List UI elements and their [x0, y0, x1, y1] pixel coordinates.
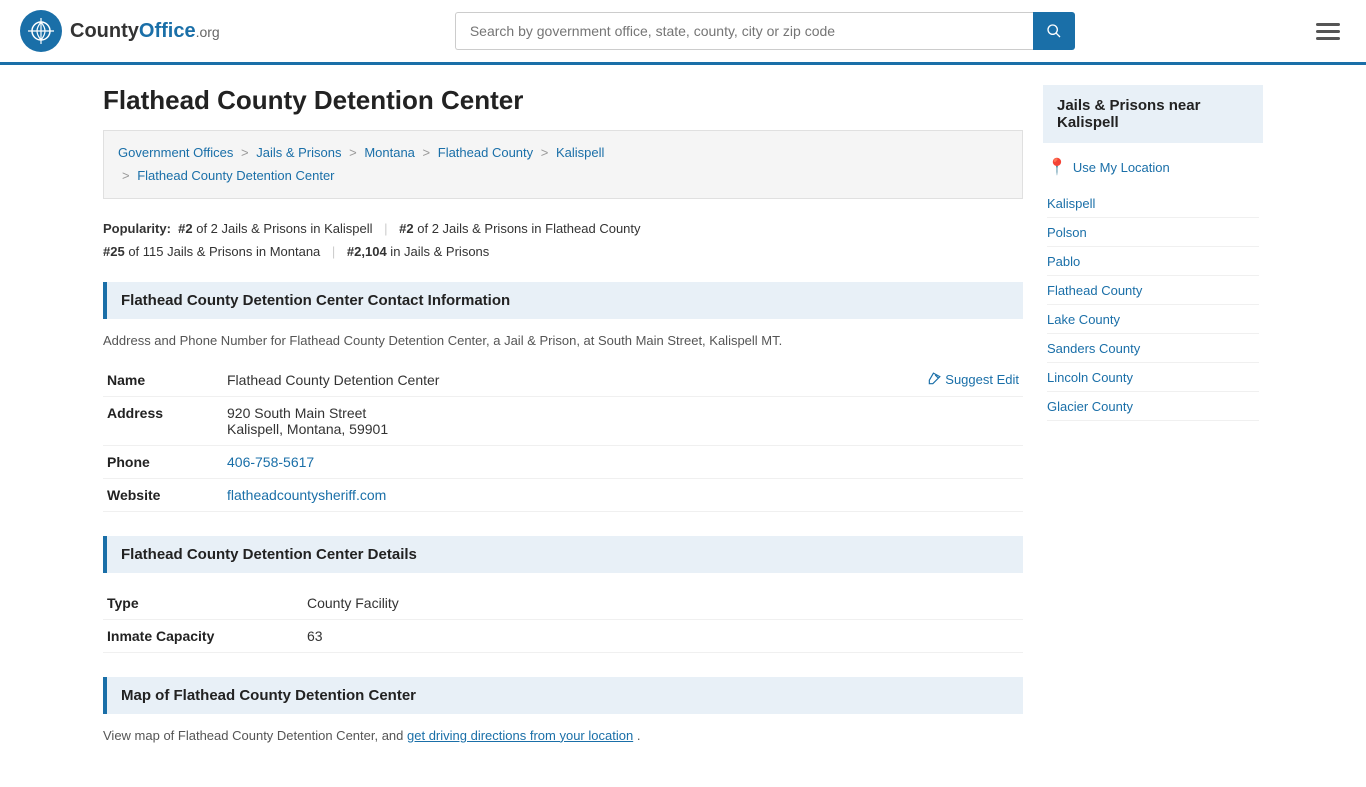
sidebar-links-list: Kalispell Polson Pablo Flathead County L…: [1043, 189, 1263, 421]
breadcrumb-gov-offices[interactable]: Government Offices: [118, 145, 233, 160]
breadcrumb-kalispell[interactable]: Kalispell: [556, 145, 604, 160]
breadcrumb-sep: >: [349, 145, 357, 160]
website-link[interactable]: flatheadcountysheriff.com: [227, 487, 386, 503]
breadcrumb-montana[interactable]: Montana: [364, 145, 415, 160]
pop-item-1: #2: [399, 221, 413, 236]
pop-item-3: #2,104: [347, 244, 387, 259]
logo-text: CountyOffice.org: [70, 20, 220, 43]
sidebar-link-lake[interactable]: Lake County: [1047, 312, 1120, 327]
logo-area: CountyOffice.org: [20, 10, 220, 52]
site-header: CountyOffice.org: [0, 0, 1366, 65]
list-item: Kalispell: [1047, 189, 1259, 218]
logo-icon: [20, 10, 62, 52]
capacity-label: Inmate Capacity: [103, 619, 303, 652]
list-item: Pablo: [1047, 247, 1259, 276]
popularity: Popularity: #2 of 2 Jails & Prisons in K…: [103, 217, 1023, 264]
list-item: Lake County: [1047, 305, 1259, 334]
sidebar-link-pablo[interactable]: Pablo: [1047, 254, 1080, 269]
sidebar-link-polson[interactable]: Polson: [1047, 225, 1087, 240]
sidebar-link-lincoln[interactable]: Lincoln County: [1047, 370, 1133, 385]
map-section: Map of Flathead County Detention Center …: [103, 677, 1023, 743]
edit-icon: [927, 372, 941, 386]
website-value: flatheadcountysheriff.com: [223, 478, 1023, 511]
sidebar: Jails & Prisons near Kalispell 📍 Use My …: [1043, 85, 1263, 767]
table-row: Type County Facility: [103, 587, 1023, 620]
sidebar-link-flathead[interactable]: Flathead County: [1047, 283, 1142, 298]
list-item: Glacier County: [1047, 392, 1259, 421]
suggest-edit-link[interactable]: Suggest Edit: [927, 372, 1019, 387]
list-item: Sanders County: [1047, 334, 1259, 363]
search-icon: [1046, 23, 1062, 39]
breadcrumb-flathead-county[interactable]: Flathead County: [438, 145, 533, 160]
table-row: Inmate Capacity 63: [103, 619, 1023, 652]
breadcrumb: Government Offices > Jails & Prisons > M…: [103, 130, 1023, 199]
details-section-header: Flathead County Detention Center Details: [103, 536, 1023, 573]
type-value: County Facility: [303, 587, 1023, 620]
phone-link[interactable]: 406-758-5617: [227, 454, 314, 470]
table-row: Website flatheadcountysheriff.com: [103, 478, 1023, 511]
website-label: Website: [103, 478, 223, 511]
contact-table: Name Flathead County Detention Center Su…: [103, 364, 1023, 512]
contact-section-header: Flathead County Detention Center Contact…: [103, 282, 1023, 319]
use-location-area: 📍 Use My Location: [1043, 157, 1263, 177]
phone-label: Phone: [103, 445, 223, 478]
details-table: Type County Facility Inmate Capacity 63: [103, 587, 1023, 653]
list-item: Polson: [1047, 218, 1259, 247]
address-value: 920 South Main Street Kalispell, Montana…: [223, 396, 1023, 445]
search-button[interactable]: [1033, 12, 1075, 50]
list-item: Flathead County: [1047, 276, 1259, 305]
breadcrumb-sep: >: [541, 145, 549, 160]
phone-value: 406-758-5617: [223, 445, 1023, 478]
menu-line: [1316, 37, 1340, 40]
details-section: Flathead County Detention Center Details…: [103, 536, 1023, 653]
list-item: Lincoln County: [1047, 363, 1259, 392]
table-row: Address 920 South Main Street Kalispell,…: [103, 396, 1023, 445]
breadcrumb-sep: >: [423, 145, 431, 160]
breadcrumb-jails[interactable]: Jails & Prisons: [256, 145, 341, 160]
content-area: Flathead County Detention Center Governm…: [103, 85, 1023, 767]
pop-item-2: #25: [103, 244, 125, 259]
type-label: Type: [103, 587, 303, 620]
map-section-header: Map of Flathead County Detention Center: [103, 677, 1023, 714]
name-value: Flathead County Detention Center Suggest…: [223, 364, 1023, 397]
breadcrumb-current[interactable]: Flathead County Detention Center: [137, 168, 334, 183]
map-description: View map of Flathead County Detention Ce…: [103, 728, 1023, 743]
table-row: Phone 406-758-5617: [103, 445, 1023, 478]
use-location-link[interactable]: Use My Location: [1073, 160, 1170, 175]
location-pin-icon: 📍: [1047, 157, 1067, 177]
contact-section: Flathead County Detention Center Contact…: [103, 282, 1023, 512]
driving-directions-link[interactable]: get driving directions from your locatio…: [407, 728, 633, 743]
sidebar-header: Jails & Prisons near Kalispell: [1043, 85, 1263, 143]
breadcrumb-sep: >: [241, 145, 249, 160]
address-label: Address: [103, 396, 223, 445]
contact-description: Address and Phone Number for Flathead Co…: [103, 333, 1023, 348]
table-row: Name Flathead County Detention Center Su…: [103, 364, 1023, 397]
capacity-value: 63: [303, 619, 1023, 652]
sidebar-link-sanders[interactable]: Sanders County: [1047, 341, 1140, 356]
main-container: Flathead County Detention Center Governm…: [83, 65, 1283, 787]
pop-item-0: #2: [178, 221, 192, 236]
sidebar-link-glacier[interactable]: Glacier County: [1047, 399, 1133, 414]
menu-line: [1316, 30, 1340, 33]
menu-line: [1316, 23, 1340, 26]
menu-button[interactable]: [1310, 17, 1346, 46]
sidebar-link-kalispell[interactable]: Kalispell: [1047, 196, 1095, 211]
page-title: Flathead County Detention Center: [103, 85, 1023, 116]
breadcrumb-sep: >: [122, 168, 130, 183]
name-label: Name: [103, 364, 223, 397]
popularity-label: Popularity:: [103, 221, 171, 236]
search-area: [455, 12, 1075, 50]
search-input[interactable]: [455, 12, 1033, 50]
